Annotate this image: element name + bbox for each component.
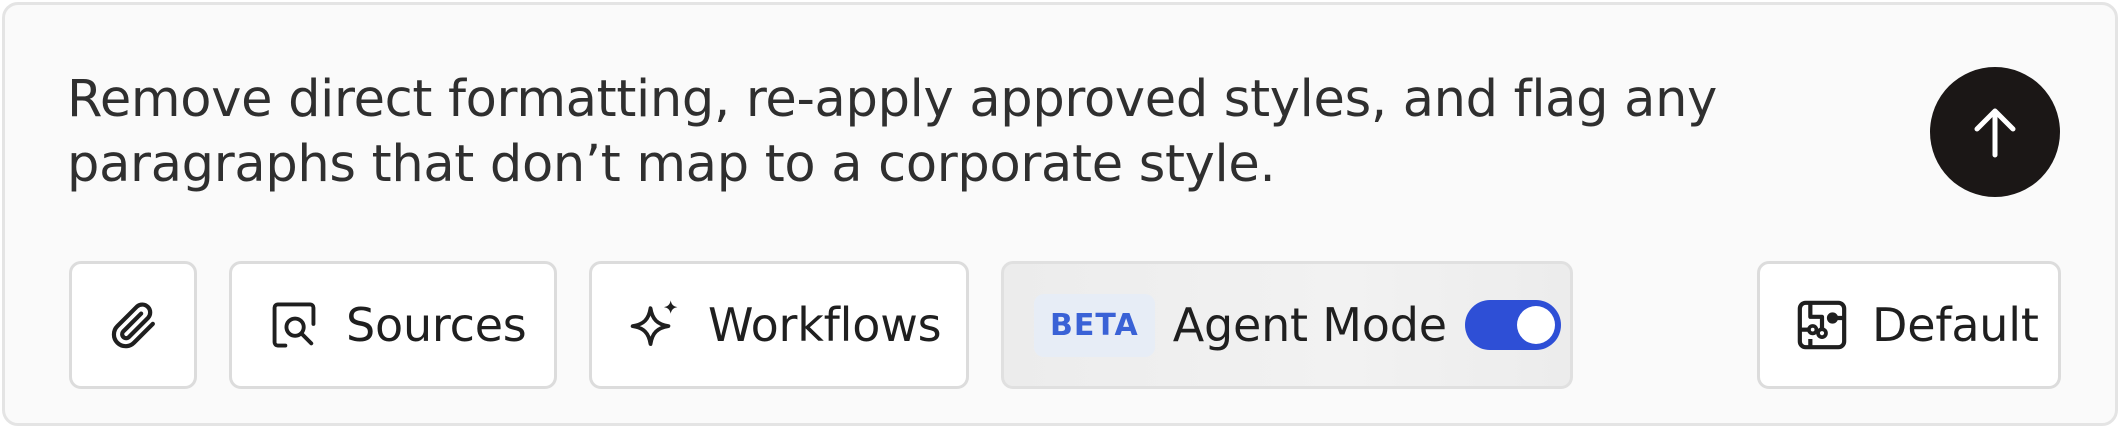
sources-label: Sources <box>346 298 527 352</box>
workflows-label: Workflows <box>708 298 942 352</box>
attach-button[interactable] <box>69 261 197 389</box>
sources-button[interactable]: Sources <box>229 261 557 389</box>
send-button[interactable] <box>1930 67 2060 197</box>
search-document-icon <box>268 298 320 352</box>
agent-mode-control: BETA Agent Mode <box>1001 261 1573 389</box>
beta-badge: BETA <box>1034 293 1155 357</box>
prompt-input[interactable]: Remove direct formatting, re-apply appro… <box>67 67 1827 197</box>
toggle-knob <box>1516 306 1555 344</box>
arrow-up-icon <box>1973 105 2017 159</box>
default-label: Default <box>1872 298 2039 352</box>
prompt-composer: Remove direct formatting, re-apply appro… <box>2 2 2118 426</box>
sparkle-icon <box>628 297 682 353</box>
agent-mode-toggle[interactable] <box>1464 300 1561 350</box>
paperclip-icon <box>105 297 161 353</box>
model-select-button[interactable]: Default <box>1757 261 2061 389</box>
circuit-board-icon <box>1794 297 1850 353</box>
workflows-button[interactable]: Workflows <box>589 261 969 389</box>
agent-mode-label: Agent Mode <box>1172 298 1447 352</box>
